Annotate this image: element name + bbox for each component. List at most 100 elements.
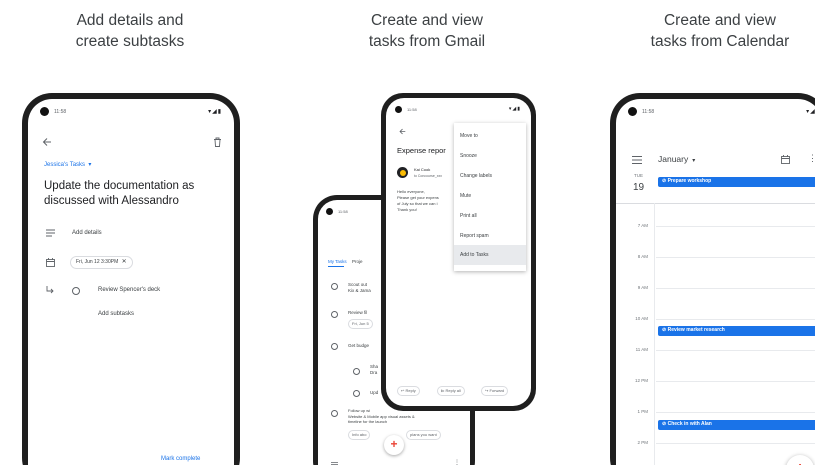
task-checkbox[interactable] bbox=[331, 343, 338, 350]
reply-label: Reply bbox=[405, 388, 416, 393]
menu-icon[interactable] bbox=[632, 156, 642, 164]
menu-item-change-labels[interactable]: Change labels bbox=[460, 173, 492, 179]
reply-all-button[interactable]: ⇇ Reply all bbox=[437, 386, 465, 396]
add-subtasks-button[interactable]: Add subtasks bbox=[98, 311, 134, 317]
hour-line bbox=[656, 319, 815, 320]
due-date-chip[interactable]: Fri, Jun 12 3:30PM ✕ bbox=[70, 256, 133, 269]
gmail-screen: 11:58 ▾◢▮ Expense repor Kai Cook to Conc… bbox=[386, 98, 531, 406]
calendar-event[interactable]: ⊘ Review market research bbox=[658, 326, 815, 336]
hour-label: 9 AM bbox=[637, 285, 648, 290]
forward-label: Forward bbox=[489, 388, 505, 393]
task-date-chip[interactable]: Fri, Jun 5 bbox=[348, 319, 373, 329]
task-title[interactable]: Review fil bbox=[348, 310, 367, 315]
month-label: January bbox=[658, 154, 689, 164]
hour-line bbox=[656, 257, 815, 258]
hour-label: 7 AM bbox=[637, 223, 648, 228]
day-number[interactable]: 19 bbox=[633, 182, 644, 193]
time-column-divider bbox=[654, 203, 655, 465]
delete-icon[interactable] bbox=[213, 137, 222, 147]
hour-line bbox=[656, 381, 815, 382]
sender-name: Kai Cook bbox=[414, 167, 431, 172]
day-name: TUE bbox=[634, 173, 643, 178]
tab-underline bbox=[328, 266, 344, 267]
tab-projects[interactable]: Proje bbox=[352, 259, 363, 264]
status-time: 11:58 bbox=[338, 209, 348, 214]
avatar-accent bbox=[400, 170, 406, 176]
mark-complete-button[interactable]: Mark complete bbox=[161, 456, 200, 462]
create-event-fab[interactable]: + bbox=[786, 455, 814, 465]
task-checkbox[interactable] bbox=[331, 283, 338, 290]
menu-item-add-to-tasks[interactable]: Add to Tasks bbox=[460, 252, 489, 258]
calendar-icon bbox=[46, 258, 55, 267]
menu-item-report-spam[interactable]: Report spam bbox=[460, 233, 489, 239]
subtask-title[interactable]: Sha Dra bbox=[370, 364, 378, 376]
recipient-line: to Concourse_xxx bbox=[414, 174, 443, 178]
add-details-field[interactable]: Add details bbox=[72, 230, 102, 236]
subtask-title[interactable]: Review Spencer's deck bbox=[98, 287, 160, 293]
tab-my-tasks[interactable]: My Tasks bbox=[328, 259, 347, 264]
more-vert-icon[interactable]: ⋮ bbox=[808, 153, 815, 164]
hour-label: 1 PM bbox=[637, 409, 648, 414]
allday-event[interactable]: ⊘ Prepare workshop bbox=[658, 177, 815, 187]
subtask-title[interactable]: Upd bbox=[370, 390, 378, 395]
task-checkbox[interactable] bbox=[331, 311, 338, 318]
menu-item-print-all[interactable]: Print all bbox=[460, 213, 477, 219]
email-body: Hello everyone, Please get your expens o… bbox=[397, 189, 439, 213]
task-chip[interactable]: plans you want bbox=[406, 430, 441, 440]
caption-line: tasks from Calendar bbox=[650, 33, 790, 50]
hour-line bbox=[656, 412, 815, 413]
event-title: Prepare workshop bbox=[667, 178, 712, 184]
subtask-checkbox[interactable] bbox=[353, 390, 360, 397]
task-list-name: Jessica's Tasks bbox=[44, 162, 86, 168]
hour-label: 12 PM bbox=[634, 378, 648, 383]
phone-calendar: 11:58 ▾◢▮ January ▾ ⋮ TUE 19 ⊘ Prepare w… bbox=[610, 93, 815, 465]
hour-label: 10 AM bbox=[635, 316, 648, 321]
back-arrow-icon[interactable] bbox=[399, 128, 406, 135]
front-camera bbox=[628, 107, 637, 116]
task-title[interactable]: Get budge bbox=[348, 343, 369, 348]
add-task-fab[interactable]: + bbox=[384, 435, 404, 455]
close-icon[interactable]: ✕ bbox=[122, 259, 127, 265]
back-arrow-icon[interactable] bbox=[42, 137, 52, 147]
front-camera bbox=[40, 107, 49, 116]
subtask-checkbox[interactable] bbox=[72, 287, 80, 295]
task-title[interactable]: Update the documentation as discussed wi… bbox=[44, 179, 194, 209]
subtask-title-line: Dra bbox=[370, 370, 378, 375]
more-vert-icon[interactable]: ⋮ bbox=[454, 459, 460, 465]
menu-item-snooze[interactable]: Snooze bbox=[460, 153, 477, 159]
today-icon[interactable] bbox=[781, 155, 790, 164]
task-list-selector[interactable]: Jessica's Tasks ▾ bbox=[44, 161, 91, 168]
caption-calendar: Create and view tasks from Calendar bbox=[620, 10, 815, 52]
status-time: 11:58 bbox=[407, 107, 417, 112]
status-time: 11:58 bbox=[54, 109, 67, 115]
event-title: Check in with Alan bbox=[667, 421, 712, 427]
caption-line: Add details and bbox=[76, 12, 184, 29]
task-checkbox[interactable] bbox=[331, 410, 338, 417]
task-chip[interactable]: Info abo bbox=[348, 430, 371, 440]
calendar-event[interactable]: ⊘ Check in with Alan bbox=[658, 420, 815, 430]
reply-button[interactable]: ↩ Reply bbox=[397, 386, 420, 396]
chevron-down-icon: ▾ bbox=[690, 158, 696, 164]
forward-button[interactable]: ↪ Forward bbox=[481, 386, 509, 396]
status-icons: ▾◢▮ bbox=[208, 109, 222, 115]
caption-line: Create and view bbox=[663, 12, 776, 29]
menu-item-mute[interactable]: Mute bbox=[460, 193, 471, 199]
phone-task-details: 11:58 ▾◢▮ Jessica's Tasks ▾ Update the d… bbox=[22, 93, 240, 465]
hour-line bbox=[656, 350, 815, 351]
menu-item-move-to[interactable]: Move to bbox=[460, 133, 478, 139]
caption-line: create subtasks bbox=[75, 33, 185, 50]
allday-divider bbox=[616, 203, 815, 204]
task-title-line: Kix & Jama bbox=[348, 288, 371, 293]
subtask-checkbox[interactable] bbox=[353, 368, 360, 375]
status-icons: ▾◢▮ bbox=[508, 106, 521, 112]
overflow-menu: Move to Snooze Change labels Mute Print … bbox=[454, 123, 526, 271]
hour-line bbox=[656, 443, 815, 444]
subtask-indent-icon bbox=[46, 286, 54, 294]
plus-icon: + bbox=[795, 460, 804, 465]
avatar bbox=[397, 167, 408, 178]
task-title[interactable]: Scout out Kix & Jama bbox=[348, 282, 371, 294]
month-selector[interactable]: January ▾ bbox=[658, 154, 695, 164]
task-details-screen: 11:58 ▾◢▮ Jessica's Tasks ▾ Update the d… bbox=[28, 99, 234, 465]
chevron-down-icon: ▾ bbox=[86, 162, 92, 168]
caption-line: tasks from Gmail bbox=[368, 33, 486, 50]
